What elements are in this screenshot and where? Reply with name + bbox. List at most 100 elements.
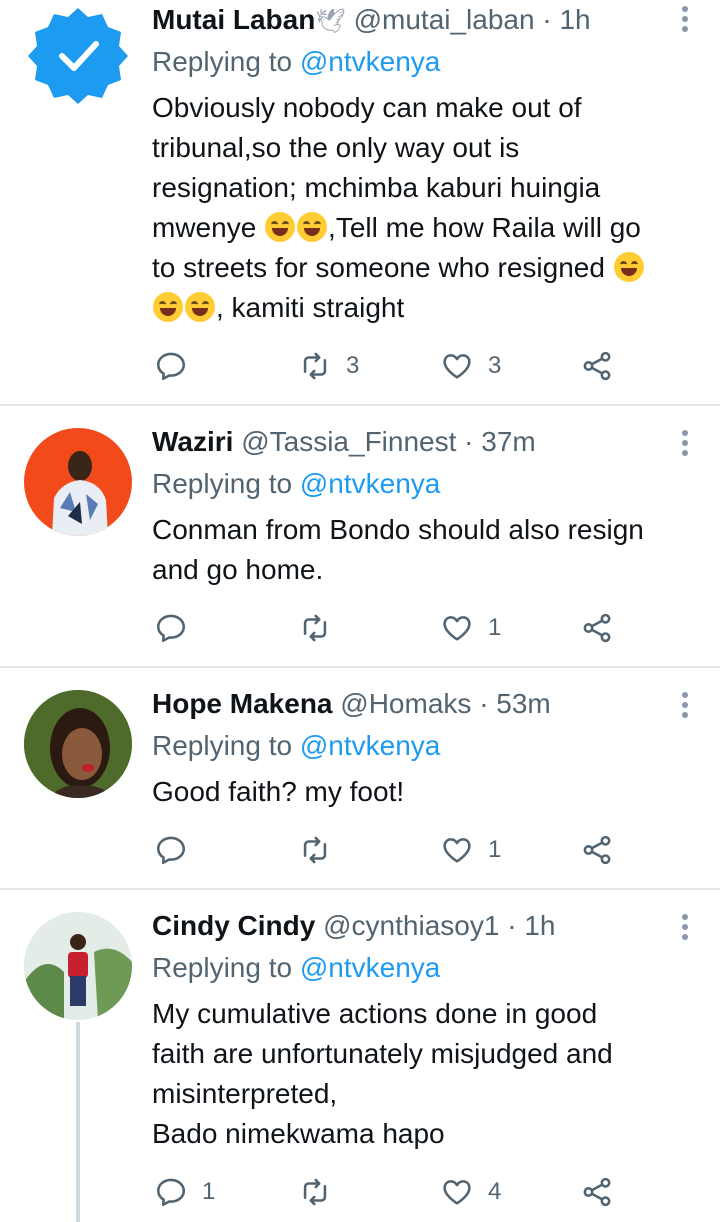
tweet-text: Good faith? my foot!	[152, 772, 690, 812]
more-options-icon[interactable]	[682, 914, 688, 944]
handle[interactable]: @Tassia_Finnest	[241, 426, 456, 457]
heart-icon	[443, 354, 471, 379]
share-button[interactable]	[580, 346, 614, 386]
verified-badge-icon	[28, 8, 128, 104]
text-line: Obviously nobody can make out of	[152, 92, 582, 123]
like-count: 3	[488, 352, 502, 379]
tweet-text: Obviously nobody can make out of tribuna…	[152, 88, 690, 328]
share-button[interactable]	[580, 830, 614, 870]
mention-link[interactable]: @ntvkenya	[300, 468, 441, 499]
avatar-photo-icon	[24, 690, 132, 798]
replying-label: Replying to	[152, 46, 293, 77]
handle[interactable]: @mutai_laban	[354, 4, 535, 35]
share-icon	[583, 1177, 611, 1207]
avatar[interactable]	[24, 912, 132, 1020]
avatar[interactable]	[24, 428, 132, 536]
more-options-icon[interactable]	[682, 6, 688, 36]
tweet-mutai-laban[interactable]: Mutai Laban🕊 @mutai_laban · 1h Replying …	[0, 0, 720, 404]
tweet-header: Cindy Cindy @cynthiasoy1 · 1h	[152, 908, 660, 944]
replying-to: Replying to @ntvkenya	[152, 466, 440, 502]
reply-icon	[156, 352, 186, 381]
text-line: Conman from Bondo should also resign	[152, 514, 644, 545]
tweet-actions: 1	[152, 830, 632, 870]
reply-button[interactable]	[154, 608, 202, 648]
tweet-actions: 3 3	[152, 346, 632, 386]
reply-icon	[156, 1178, 186, 1207]
text-line: mwenye ,Tell me how Raila will go	[152, 208, 690, 248]
tweet-waziri[interactable]: Waziri @Tassia_Finnest · 37m Replying to…	[0, 406, 720, 666]
avatar[interactable]	[24, 690, 132, 798]
share-button[interactable]	[580, 608, 614, 648]
like-button[interactable]: 4	[440, 1172, 501, 1212]
handle[interactable]: @Homaks	[340, 688, 471, 719]
avatar-photo-icon	[24, 912, 132, 1020]
text-fragment: mwenye	[152, 212, 257, 243]
avatar[interactable]	[24, 2, 132, 110]
thread-connector	[76, 1022, 80, 1222]
tweet-header: Hope Makena @Homaks · 53m	[152, 686, 660, 722]
timestamp[interactable]: · 53m	[479, 688, 551, 719]
replying-label: Replying to	[152, 952, 293, 983]
heart-icon	[443, 1180, 471, 1205]
like-button[interactable]: 3	[440, 346, 501, 386]
tweet-text: Conman from Bondo should also resign and…	[152, 510, 690, 590]
retweet-icon	[303, 836, 327, 864]
tweet-actions: 1	[152, 608, 632, 648]
share-button[interactable]	[580, 1172, 614, 1212]
retweet-button[interactable]	[298, 830, 346, 870]
reply-button[interactable]	[154, 830, 202, 870]
display-name[interactable]: Cindy Cindy	[152, 910, 315, 941]
reply-button[interactable]: 1	[154, 1172, 215, 1212]
timestamp[interactable]: · 1h	[542, 4, 590, 35]
like-button[interactable]: 1	[440, 830, 501, 870]
reply-button[interactable]	[154, 346, 202, 386]
handle[interactable]: @cynthiasoy1	[323, 910, 499, 941]
timestamp[interactable]: · 37m	[464, 426, 536, 457]
share-icon	[583, 613, 611, 643]
timestamp[interactable]: · 1h	[507, 910, 555, 941]
more-options-icon[interactable]	[682, 430, 688, 460]
text-line: My cumulative actions done in good	[152, 998, 598, 1029]
tweet-cindy-cindy[interactable]: Cindy Cindy @cynthiasoy1 · 1h Replying t…	[0, 890, 720, 1222]
share-icon	[583, 835, 611, 865]
retweet-icon	[303, 614, 327, 642]
like-button[interactable]: 1	[440, 608, 501, 648]
replying-label: Replying to	[152, 730, 293, 761]
tweet-actions: 1 4	[152, 1172, 632, 1212]
text-line: misinterpreted,	[152, 1078, 338, 1109]
heart-icon	[443, 838, 471, 863]
display-name[interactable]: Mutai Laban	[152, 4, 315, 35]
text-line: faith are unfortunately misjudged and	[152, 1038, 613, 1069]
reply-count: 1	[202, 1178, 216, 1205]
reply-icon	[156, 614, 186, 643]
retweet-button[interactable]: 3	[298, 346, 359, 386]
retweet-count: 3	[346, 352, 360, 379]
retweet-button[interactable]	[298, 608, 346, 648]
tweet-hope-makena[interactable]: Hope Makena @Homaks · 53m Replying to @n…	[0, 668, 720, 888]
display-name[interactable]: Waziri	[152, 426, 233, 457]
text-line: Good faith? my foot!	[152, 776, 405, 807]
mention-link[interactable]: @ntvkenya	[300, 46, 441, 77]
replying-to: Replying to @ntvkenya	[152, 44, 440, 80]
rofl-emoji-icon	[613, 252, 644, 282]
rofl-emoji-icon	[185, 292, 215, 322]
mention-link[interactable]: @ntvkenya	[300, 952, 441, 983]
text-line: tribunal,so the only way out is	[152, 132, 520, 163]
tweet-text: My cumulative actions done in good faith…	[152, 994, 690, 1154]
share-icon	[583, 351, 611, 381]
dove-emoji: 🕊	[315, 8, 346, 35]
text-fragment: ,Tell me how Raila will go	[328, 212, 641, 243]
retweet-icon	[303, 1178, 327, 1206]
avatar-photo-icon	[52, 451, 108, 536]
replying-label: Replying to	[152, 468, 293, 499]
tears-of-joy-emoji-icon	[265, 212, 296, 242]
more-options-icon[interactable]	[682, 692, 688, 722]
retweet-button[interactable]	[298, 1172, 346, 1212]
text-fragment: to streets for someone who resigned	[152, 252, 605, 283]
like-count: 1	[488, 614, 502, 641]
text-line: Bado nimekwama hapo	[152, 1118, 445, 1149]
tears-of-joy-emoji-icon	[297, 212, 328, 242]
display-name[interactable]: Hope Makena	[152, 688, 333, 719]
mention-link[interactable]: @ntvkenya	[300, 730, 441, 761]
retweet-icon	[303, 352, 327, 380]
